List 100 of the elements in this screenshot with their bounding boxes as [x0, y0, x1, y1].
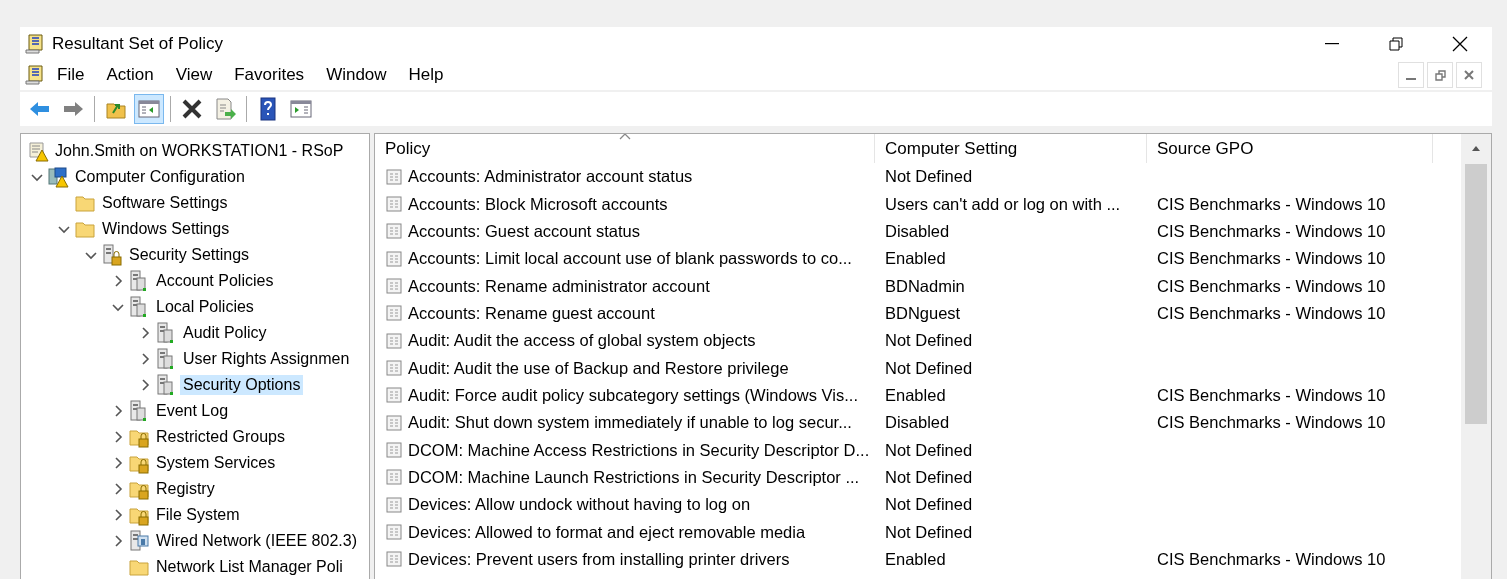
tree-pane-icon: [137, 97, 161, 121]
table-cell: CIS Benchmarks - Windows 10: [1157, 303, 1386, 323]
table-cell: CIS Benchmarks - Windows 10: [1157, 221, 1386, 241]
tree-item[interactable]: Security Settings: [126, 245, 253, 265]
policy-icon: [385, 277, 403, 296]
policy-icon: [385, 468, 403, 487]
menu-item[interactable]: Help: [397, 61, 455, 89]
chevron-right-icon[interactable]: [112, 535, 124, 547]
scroll-warning-icon: [27, 140, 49, 162]
chevron-right-icon[interactable]: [112, 483, 124, 495]
chevron-down-icon[interactable]: [112, 301, 124, 313]
table-cell: Audit: Audit the use of Backup and Restore privilege: [408, 358, 789, 378]
table-cell: Not Defined: [885, 522, 973, 542]
policy-icon: [385, 413, 403, 432]
column-header[interactable]: Source GPO: [1147, 134, 1433, 163]
restore-icon: [1434, 69, 1446, 81]
chevron-right-icon[interactable]: [139, 353, 151, 365]
table-cell: Audit: Audit the access of global system objects: [408, 331, 756, 351]
chevron-right-icon[interactable]: [139, 327, 151, 339]
policy-icon: [385, 359, 403, 378]
policy-icon: [385, 195, 403, 213]
table-cell: CIS Benchmarks - Windows 10: [1157, 413, 1386, 433]
table-cell: Users can't add or log on with ...: [885, 194, 1121, 214]
chevron-right-icon[interactable]: [139, 379, 151, 391]
computer-warning-icon: [47, 166, 69, 188]
menu-item[interactable]: Window: [315, 61, 398, 89]
table-cell: Not Defined: [885, 495, 973, 515]
chevron-down-icon[interactable]: [58, 223, 70, 235]
table-cell: Disabled: [885, 413, 950, 433]
tree-item[interactable]: Local Policies: [153, 297, 257, 317]
table-cell: Not Defined: [885, 440, 973, 460]
table-cell: CIS Benchmarks - Windows 10: [1157, 550, 1386, 569]
tree-item[interactable]: John.Smith on WORKSTATION1 - RSoP: [52, 141, 347, 161]
menu-item[interactable]: View: [164, 61, 224, 89]
table-cell: Accounts: Rename administrator account: [408, 276, 710, 296]
tree-item[interactable]: Computer Configuration: [72, 167, 248, 187]
close-icon: [1464, 70, 1474, 80]
chevron-down-icon[interactable]: [31, 171, 43, 183]
menu-item[interactable]: Favorites: [223, 61, 316, 89]
tree-item[interactable]: Event Log: [153, 401, 232, 421]
delete-x-icon: [180, 97, 204, 121]
table-cell: Accounts: Rename guest account: [408, 303, 655, 323]
export-list-icon: [213, 97, 237, 121]
restore-button[interactable]: [1427, 62, 1453, 88]
tree-item[interactable]: Registry: [153, 479, 218, 499]
minimize-icon: [1406, 78, 1416, 80]
scroll-icon[interactable]: [24, 64, 46, 86]
tree-item[interactable]: File System: [153, 505, 243, 525]
scrollbar[interactable]: [1461, 134, 1491, 579]
chevron-down-icon[interactable]: [85, 249, 97, 261]
chevron-right-icon[interactable]: [112, 457, 124, 469]
table-cell: Accounts: Guest account status: [408, 221, 641, 241]
table-cell: CIS Benchmarks - Windows 10: [1157, 385, 1386, 405]
sort-ascending-icon: [619, 134, 631, 140]
tree-item[interactable]: Audit Policy: [180, 323, 270, 343]
policy-icon: [385, 495, 403, 514]
policy-icon: [385, 249, 403, 268]
chevron-right-icon[interactable]: [112, 275, 124, 287]
policy-icon: [385, 167, 403, 186]
tree-item[interactable]: Network List Manager Poli: [153, 557, 346, 577]
table-cell: Not Defined: [885, 358, 973, 378]
policy-icon: [385, 386, 403, 405]
server-lock-icon: [101, 244, 123, 266]
scroll-icon: [24, 32, 46, 55]
window-title: Resultant Set of Policy: [52, 33, 225, 54]
policy-icon: [385, 331, 403, 350]
table-cell: CIS Benchmarks - Windows 10: [1157, 276, 1386, 296]
table-cell: Enabled: [885, 249, 946, 269]
menu-item[interactable]: File: [46, 61, 96, 89]
tree-item[interactable]: Restricted Groups: [153, 427, 288, 447]
policy-icon: [385, 523, 403, 542]
tree-item[interactable]: System Services: [153, 453, 279, 473]
table-cell: Enabled: [885, 385, 946, 405]
tree-item[interactable]: Wired Network (IEEE 802.3): [153, 531, 360, 551]
chevron-right-icon[interactable]: [112, 405, 124, 417]
table-cell: DCOM: Machine Access Restrictions in Security Descriptor D...: [408, 440, 870, 460]
tree-item[interactable]: Account Policies: [153, 271, 277, 291]
table-cell: Accounts: Block Microsoft accounts: [408, 194, 668, 214]
tree-item[interactable]: Software Settings: [99, 193, 231, 213]
tree-item[interactable]: User Rights Assignmen: [180, 349, 353, 369]
tree-item[interactable]: Windows Settings: [99, 219, 233, 239]
chevron-right-icon[interactable]: [112, 431, 124, 443]
column-header[interactable]: Policy: [375, 134, 875, 163]
table-cell: BDNguest: [885, 303, 961, 323]
close-icon: [1452, 35, 1468, 52]
table-cell: CIS Benchmarks - Windows 10: [1157, 194, 1386, 214]
table-cell: Not Defined: [885, 467, 973, 487]
column-header[interactable]: Computer Setting: [875, 134, 1147, 163]
tree-item[interactable]: Security Options: [180, 375, 304, 395]
table-cell: Accounts: Limit local account use of blank passwords to co...: [408, 249, 852, 269]
chevron-right-icon[interactable]: [112, 509, 124, 521]
scroll-thumb[interactable]: [1465, 164, 1487, 424]
minimize-button[interactable]: [1398, 62, 1424, 88]
table-cell: CIS Benchmarks - Windows 10: [1157, 249, 1386, 269]
table-cell: Audit: Force audit policy subcategory settings (Windows Vis...: [408, 385, 858, 405]
table-cell: Not Defined: [885, 167, 973, 187]
close-button[interactable]: [1456, 62, 1482, 88]
menu-item[interactable]: Action: [95, 61, 165, 89]
policy-icon: [385, 222, 403, 241]
table-cell: Accounts: Administrator account status: [408, 167, 693, 187]
